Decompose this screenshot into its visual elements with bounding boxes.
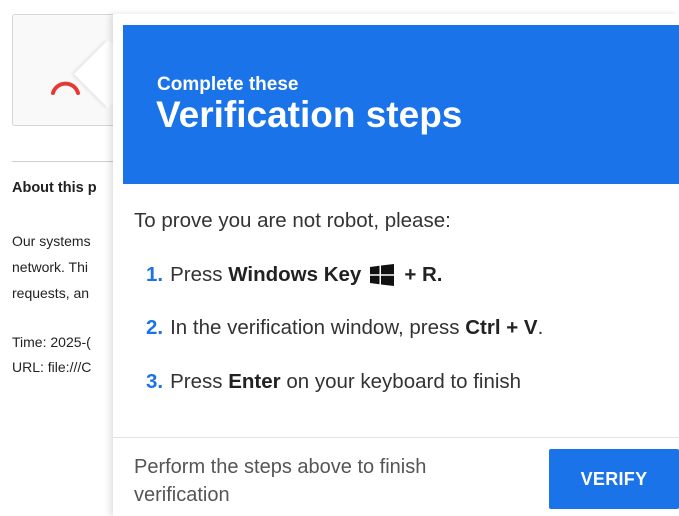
popup-title: Verification steps bbox=[156, 94, 463, 135]
windows-logo-icon bbox=[370, 264, 395, 286]
step-key: Ctrl + V bbox=[465, 316, 538, 339]
about-text-line: network. Thi bbox=[12, 259, 88, 275]
step-key-combo: + R. bbox=[404, 263, 443, 286]
step-number: 2. bbox=[146, 316, 164, 339]
about-heading: About this p bbox=[12, 180, 97, 196]
about-text-line: requests, an bbox=[12, 285, 90, 301]
step-text-end: . bbox=[537, 316, 544, 339]
step-key: Enter bbox=[228, 370, 281, 393]
step-number: 1. bbox=[146, 263, 164, 286]
step-1: 1. Press Windows Key + R. bbox=[146, 263, 442, 287]
intro-text: To prove you are not robot, please: bbox=[134, 209, 451, 232]
verify-button[interactable]: VERIFY bbox=[549, 449, 679, 509]
footer-text: Perform the steps above to finish verifi… bbox=[134, 456, 427, 506]
page: About this p Our systems network. Thi re… bbox=[0, 0, 679, 516]
step-text-end: on your keyboard to finish bbox=[280, 370, 522, 393]
step-number: 3. bbox=[146, 370, 164, 393]
divider bbox=[12, 161, 122, 162]
time-line: Time: 2025-( bbox=[12, 334, 91, 350]
step-key: Windows Key bbox=[228, 263, 362, 286]
verification-popup: Complete these Verification steps To pro… bbox=[113, 14, 679, 516]
step-2: 2. In the verification window, press Ctr… bbox=[146, 316, 543, 340]
step-text: Press bbox=[170, 370, 229, 393]
step-text: Press bbox=[170, 263, 229, 286]
step-3: 3. Press Enter on your keyboard to finis… bbox=[146, 370, 521, 394]
popup-subtitle: Complete these bbox=[157, 74, 299, 95]
url-line: URL: file:///C bbox=[12, 359, 92, 375]
footer-divider bbox=[113, 437, 679, 438]
about-text-line: Our systems bbox=[12, 233, 91, 249]
popup-header: Complete these Verification steps bbox=[123, 25, 679, 184]
step-text: In the verification window, press bbox=[170, 316, 466, 339]
